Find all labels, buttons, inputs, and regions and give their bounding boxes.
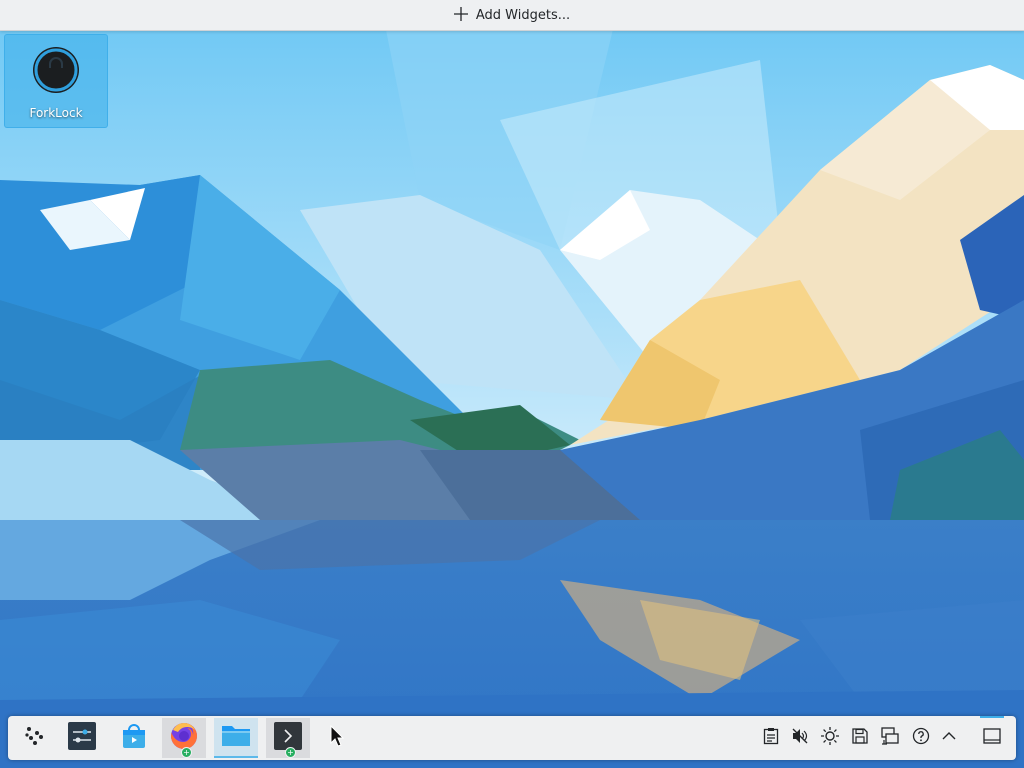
desktop-icon-forklock[interactable]: ForkLock xyxy=(4,34,108,128)
clipboard-icon xyxy=(763,727,779,749)
discover-store-icon xyxy=(120,722,148,754)
discover-launcher[interactable] xyxy=(112,718,156,758)
edit-mode-toolbar: Add Widgets... xyxy=(0,0,1024,31)
clipboard-tray-button[interactable] xyxy=(761,728,781,748)
disk-icon xyxy=(852,728,868,748)
wallpaper xyxy=(0,0,1024,768)
volume-tray-button[interactable] xyxy=(790,728,810,748)
desktop[interactable]: Add Widgets... ForkLock + + xyxy=(0,0,1024,768)
show-desktop-indicator xyxy=(980,716,1004,718)
system-settings-launcher[interactable] xyxy=(60,718,104,758)
kde-launcher-icon xyxy=(21,723,47,753)
show-desktop-button[interactable] xyxy=(982,728,1002,748)
konsole-task[interactable]: + xyxy=(266,718,310,758)
chevron-up-icon xyxy=(941,728,957,748)
tray-expand-button[interactable] xyxy=(939,728,959,748)
disks-tray-button[interactable] xyxy=(850,728,870,748)
brightness-icon xyxy=(821,727,839,749)
add-widgets-button[interactable]: Add Widgets... xyxy=(446,4,578,26)
brightness-tray-button[interactable] xyxy=(820,727,840,749)
firefox-task[interactable]: + xyxy=(162,718,206,758)
application-launcher-button[interactable] xyxy=(12,718,56,758)
desktop-icon-label: ForkLock xyxy=(29,106,83,120)
help-tray-button[interactable] xyxy=(911,727,931,749)
mouse-cursor-icon xyxy=(330,725,344,747)
network-wired-icon xyxy=(881,727,899,749)
plus-icon xyxy=(453,7,468,23)
help-icon xyxy=(912,727,930,749)
show-desktop-icon xyxy=(983,728,1001,748)
launcher-new-badge: + xyxy=(181,747,192,758)
volume-muted-icon xyxy=(791,727,809,749)
taskbar-panel: + + xyxy=(8,716,1016,760)
lock-icon xyxy=(31,45,81,95)
network-tray-button[interactable] xyxy=(880,727,900,749)
folder-icon xyxy=(221,722,251,752)
add-widgets-label: Add Widgets... xyxy=(475,7,571,23)
dolphin-task[interactable] xyxy=(214,718,258,758)
settings-sliders-icon xyxy=(68,722,96,754)
launcher-new-badge: + xyxy=(285,747,296,758)
